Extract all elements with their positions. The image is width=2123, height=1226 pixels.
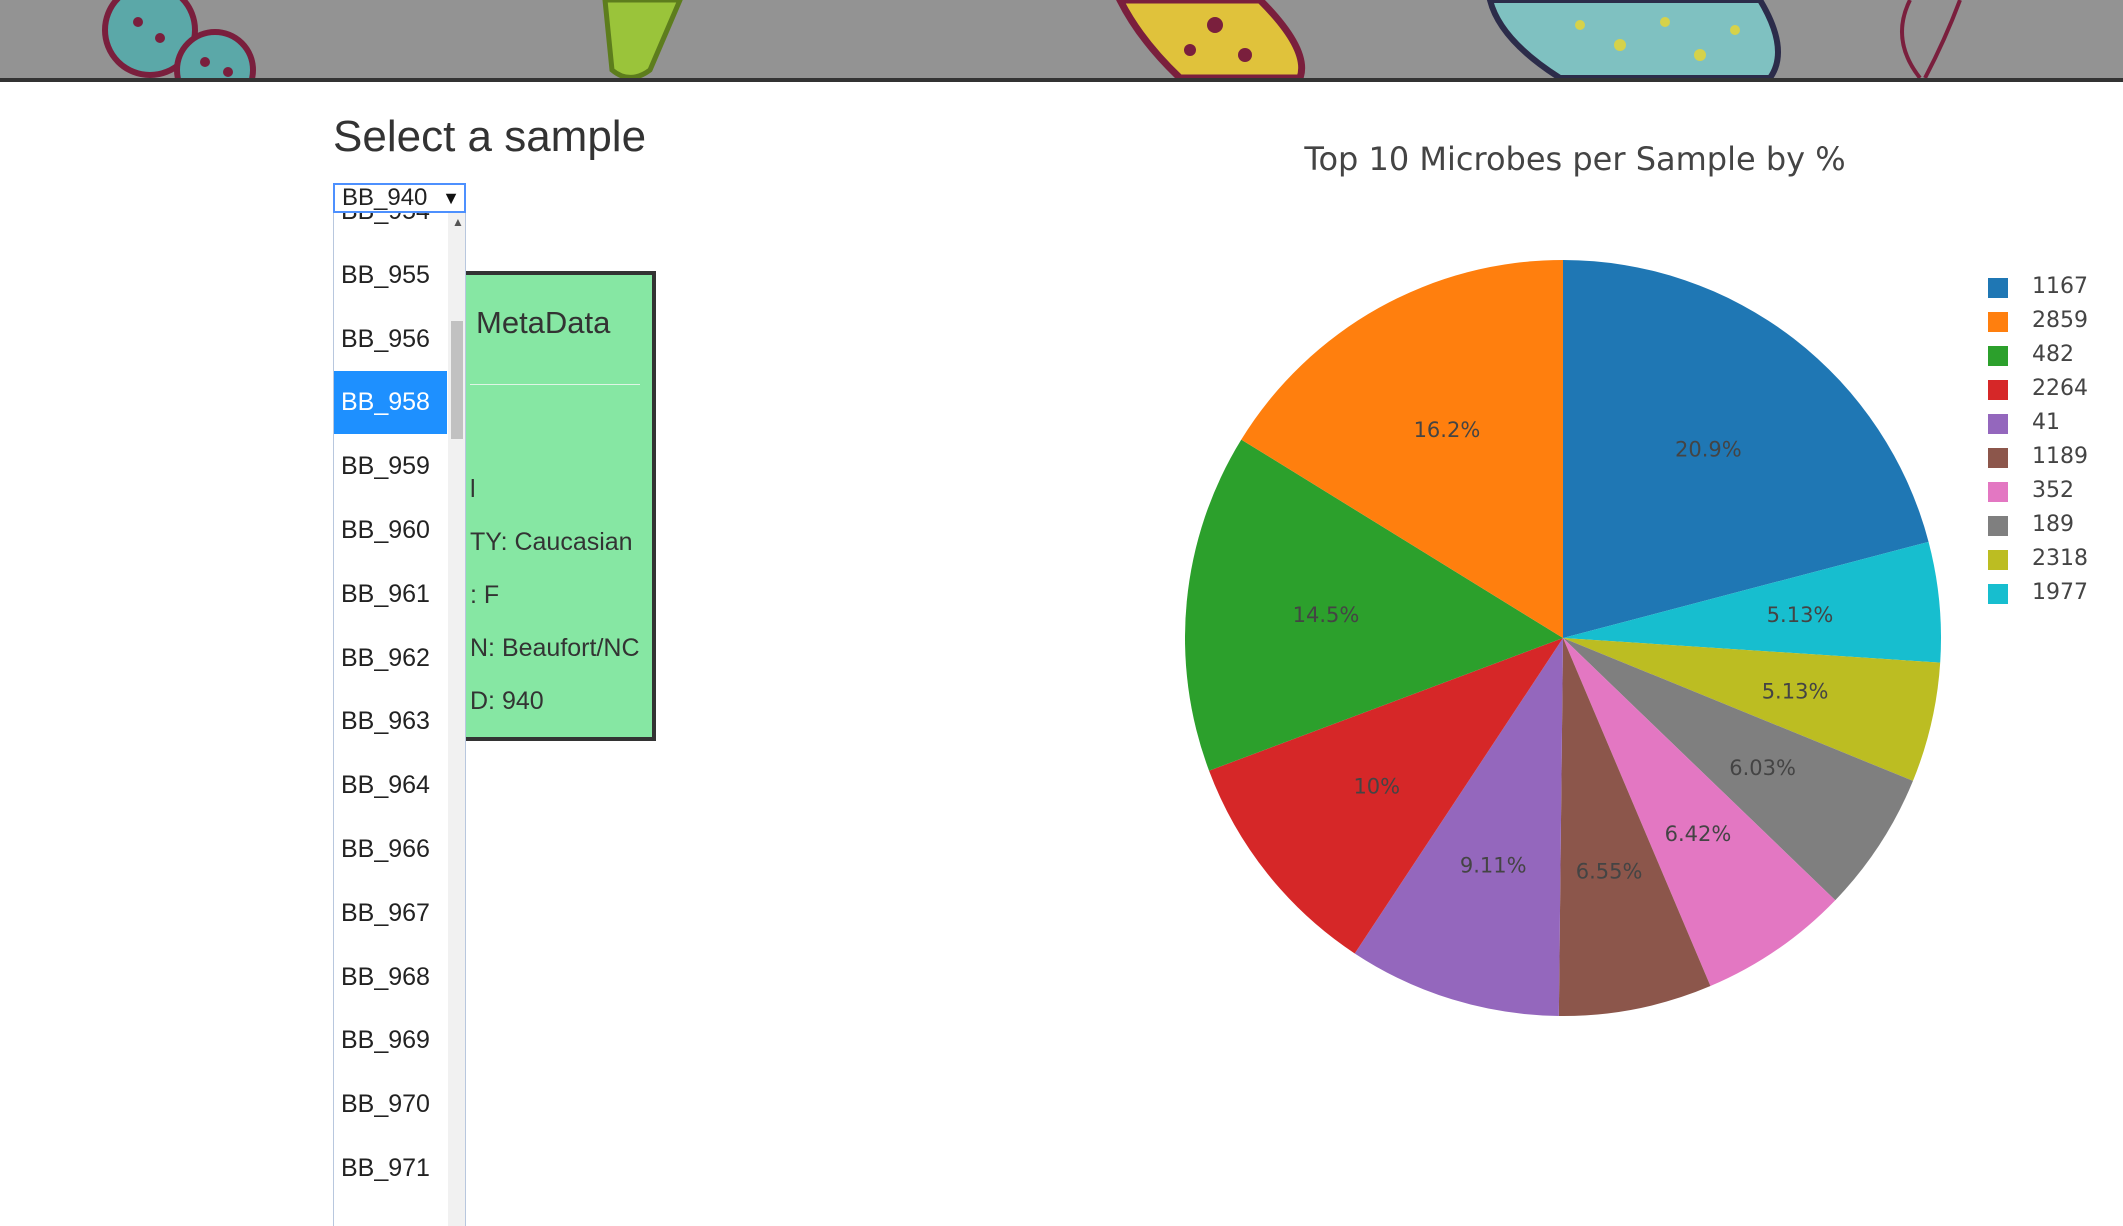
- slice-percent-label: 14.5%: [1293, 603, 1360, 627]
- metadata-line: l: [470, 475, 476, 503]
- sample-select[interactable]: BB_940 ▼: [333, 183, 466, 213]
- legend-swatch: [1988, 550, 2008, 570]
- metadata-line: TY: Caucasian: [470, 528, 633, 556]
- slice-percent-label: 5.13%: [1767, 603, 1834, 627]
- legend-item[interactable]: 482: [1980, 340, 2120, 370]
- triangle-down-icon[interactable]: ▼: [442, 185, 460, 211]
- legend-swatch: [1988, 380, 2008, 400]
- dropdown-option[interactable]: BB_967: [334, 882, 447, 945]
- dropdown-option[interactable]: BB_958: [334, 371, 447, 435]
- metadata-line: : F: [470, 581, 500, 609]
- legend-swatch: [1988, 346, 2008, 366]
- legend-item[interactable]: 2318: [1980, 544, 2120, 574]
- metadata-line: D: 940: [470, 687, 544, 715]
- legend-item[interactable]: 2859: [1980, 306, 2120, 336]
- dropdown-option[interactable]: BB_959: [334, 435, 447, 498]
- dropdown-option[interactable]: BB_963: [334, 690, 447, 753]
- dropdown-option[interactable]: BB_970: [334, 1073, 447, 1136]
- legend-item[interactable]: 1977: [1980, 578, 2120, 608]
- slice-percent-label: 6.42%: [1665, 822, 1732, 846]
- legend-item[interactable]: 1189: [1980, 442, 2120, 472]
- legend-label: 352: [2032, 478, 2074, 503]
- dropdown-option[interactable]: BB_961: [334, 563, 447, 626]
- dropdown-option[interactable]: BB_956: [334, 308, 447, 371]
- slice-percent-label: 6.55%: [1576, 860, 1643, 884]
- slice-percent-label: 16.2%: [1414, 418, 1481, 442]
- legend-label: 2859: [2032, 308, 2088, 333]
- legend-label: 1189: [2032, 444, 2088, 469]
- pie-chart: 20.9% 5.13% 5.13% 6.03% 6.42% 6.55% 9.11% 10% 14…: [1185, 260, 1941, 1016]
- legend-swatch: [1988, 516, 2008, 536]
- microbe-decoration-leaf: [1900, 0, 1962, 78]
- metadata-title: MetaData: [476, 305, 611, 340]
- legend-label: 2264: [2032, 376, 2088, 401]
- dropdown-option[interactable]: BB_955: [334, 244, 447, 307]
- dropdown-option[interactable]: BB_966: [334, 818, 447, 881]
- legend-label: 41: [2032, 410, 2060, 435]
- legend-label: 1167: [2032, 274, 2088, 299]
- dropdown-option[interactable]: BB_964: [334, 754, 447, 817]
- dropdown-option[interactable]: BB_954: [334, 213, 447, 243]
- select-sample-heading: Select a sample: [333, 112, 647, 161]
- legend-swatch: [1988, 584, 2008, 604]
- legend-item[interactable]: 352: [1980, 476, 2120, 506]
- dropdown-scrollbar[interactable]: ▲: [448, 213, 465, 1226]
- banner-divider: [0, 78, 2123, 82]
- legend-item[interactable]: 189: [1980, 510, 2120, 540]
- chart-title: Top 10 Microbes per Sample by %: [1304, 140, 1846, 178]
- legend-item[interactable]: 41: [1980, 408, 2120, 438]
- legend-item[interactable]: 2264: [1980, 374, 2120, 404]
- legend-label: 1977: [2032, 580, 2088, 605]
- legend-swatch: [1988, 482, 2008, 502]
- legend-item[interactable]: 1167: [1980, 272, 2120, 302]
- metadata-line: N: Beaufort/NC: [470, 634, 640, 662]
- sample-select-value: BB_940: [342, 184, 428, 211]
- legend-swatch: [1988, 448, 2008, 468]
- dropdown-option[interactable]: BB_960: [334, 499, 447, 562]
- legend-label: 2318: [2032, 546, 2088, 571]
- metadata-divider: [470, 384, 640, 385]
- microbe-decoration-green: [602, 0, 683, 78]
- microbe-decoration-teal: [1486, 0, 1781, 78]
- sample-dropdown-list[interactable]: BB_954BB_955BB_956BB_958BB_959BB_960BB_9…: [333, 213, 466, 1226]
- microbe-decoration-yellow: [1116, 0, 1306, 78]
- microbe-decoration-left: [102, 0, 256, 78]
- banner-illustration: [102, 0, 1962, 78]
- slice-percent-label: 9.11%: [1460, 854, 1527, 878]
- legend-label: 189: [2032, 512, 2074, 537]
- legend-swatch: [1988, 312, 2008, 332]
- slice-percent-label: 5.13%: [1762, 679, 1829, 703]
- dropdown-option[interactable]: BB_969: [334, 1009, 447, 1072]
- metadata-panel: MetaData l TY: Caucasian : F N: Beaufort…: [440, 271, 656, 741]
- legend-swatch: [1988, 278, 2008, 298]
- slice-percent-label: 10%: [1353, 774, 1400, 798]
- dropdown-option[interactable]: BB_962: [334, 627, 447, 690]
- header-banner: [0, 0, 2123, 78]
- slice-percent-label: 6.03%: [1729, 756, 1796, 780]
- slice-percent-label: 20.9%: [1675, 437, 1742, 461]
- dropdown-option[interactable]: BB_968: [334, 946, 447, 1009]
- dropdown-option[interactable]: BB_971: [334, 1137, 447, 1200]
- scroll-up-icon[interactable]: ▲: [452, 215, 464, 229]
- legend-label: 482: [2032, 342, 2074, 367]
- scrollbar-thumb[interactable]: [451, 321, 463, 439]
- legend-swatch: [1988, 414, 2008, 434]
- page: Select a sample MetaData l TY: Caucasian…: [0, 0, 2123, 1226]
